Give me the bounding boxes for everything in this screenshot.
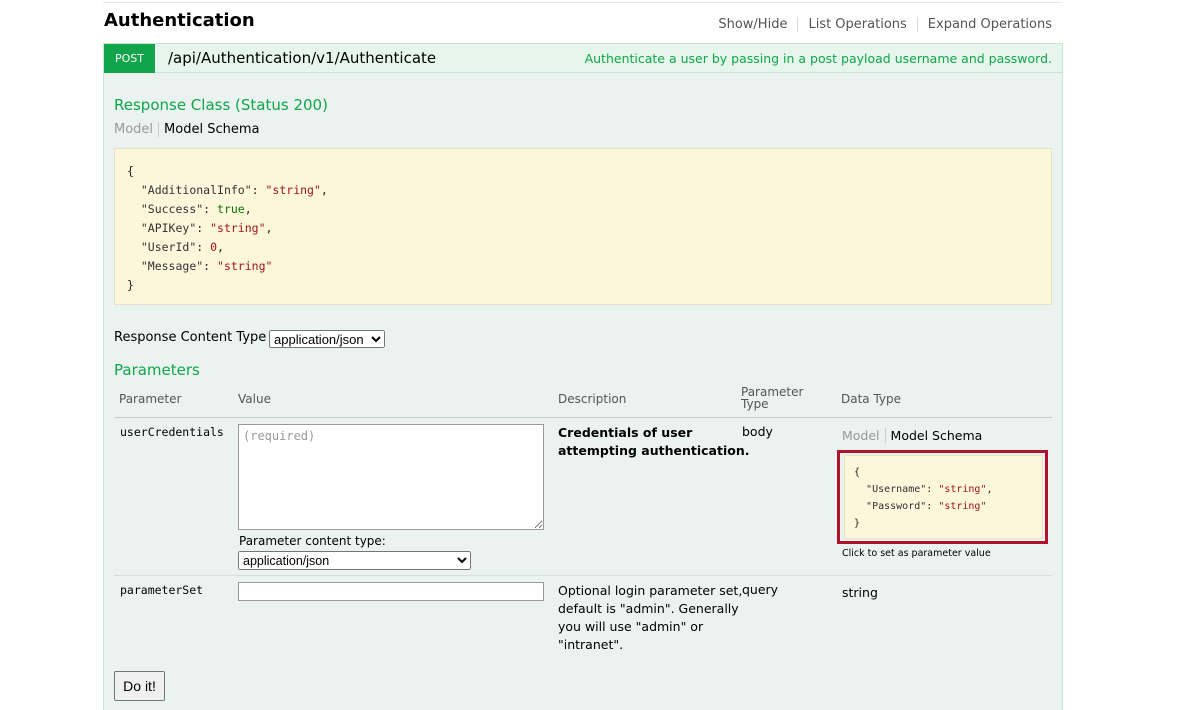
json-close-brace: } bbox=[127, 278, 134, 292]
usercredentials-param-type: body bbox=[742, 424, 773, 439]
datatype-signature-tabs: Model Model Schema bbox=[842, 428, 982, 443]
response-content-type-select[interactable]: application/json bbox=[269, 330, 385, 348]
click-to-set-hint: Click to set as parameter value bbox=[842, 548, 991, 559]
operation-heading[interactable]: POST /api/Authentication/v1/Authenticate… bbox=[104, 44, 1062, 73]
parameterset-input[interactable] bbox=[238, 582, 544, 601]
model-tab[interactable]: Model bbox=[114, 122, 160, 137]
model-schema-tab[interactable]: Model Schema bbox=[159, 122, 259, 137]
usercredentials-description: Credentials of user attempting authentic… bbox=[558, 425, 750, 458]
response-model-schema[interactable]: { "AdditionalInfo": "string", "Success":… bbox=[114, 148, 1052, 305]
http-method-badge[interactable]: POST bbox=[104, 44, 155, 73]
parameter-content-type-label: Parameter content type: bbox=[239, 534, 386, 548]
response-class-title: Response Class (Status 200) bbox=[114, 96, 328, 114]
json-open-brace: { bbox=[127, 164, 134, 178]
header-description: Description bbox=[558, 392, 627, 406]
operation-summary[interactable]: Authenticate a user by passing in a post… bbox=[585, 51, 1052, 66]
header-parameter-type: Parameter Type bbox=[741, 385, 804, 411]
top-divider bbox=[103, 2, 1062, 3]
resource-links: Show/Hide List Operations Expand Operati… bbox=[708, 17, 1052, 32]
datatype-model-schema-tab[interactable]: Model Schema bbox=[886, 428, 983, 443]
expand-operations-link[interactable]: Expand Operations bbox=[918, 17, 1052, 32]
highlight-annotation-box bbox=[837, 450, 1048, 544]
show-hide-link[interactable]: Show/Hide bbox=[708, 17, 799, 32]
datatype-model-tab[interactable]: Model bbox=[842, 428, 886, 443]
operation-panel: POST /api/Authentication/v1/Authenticate… bbox=[103, 43, 1063, 710]
parameterset-description: Optional login parameter set, default is… bbox=[558, 583, 743, 652]
header-value: Value bbox=[238, 392, 271, 406]
resource-title: Authentication bbox=[104, 10, 255, 31]
header-divider bbox=[114, 417, 1052, 418]
header-parameter: Parameter bbox=[119, 392, 182, 406]
parameterset-data-type: string bbox=[842, 585, 878, 600]
endpoint-path[interactable]: /api/Authentication/v1/Authenticate bbox=[168, 49, 436, 67]
list-operations-link[interactable]: List Operations bbox=[798, 17, 918, 32]
row-divider bbox=[114, 575, 1052, 576]
response-signature-tabs: Model Model Schema bbox=[114, 122, 259, 137]
header-data-type: Data Type bbox=[841, 392, 902, 406]
param-name-parameterset: parameterSet bbox=[120, 583, 204, 597]
usercredentials-textarea[interactable] bbox=[238, 424, 544, 530]
parameters-title: Parameters bbox=[114, 361, 200, 379]
param-name-usercredentials: userCredentials bbox=[120, 425, 224, 439]
parameterset-param-type: query bbox=[742, 582, 779, 597]
response-content-type-label: Response Content Type bbox=[114, 330, 267, 345]
do-it-button[interactable]: Do it! bbox=[114, 671, 165, 701]
parameter-content-type-select[interactable]: application/json bbox=[238, 551, 471, 570]
